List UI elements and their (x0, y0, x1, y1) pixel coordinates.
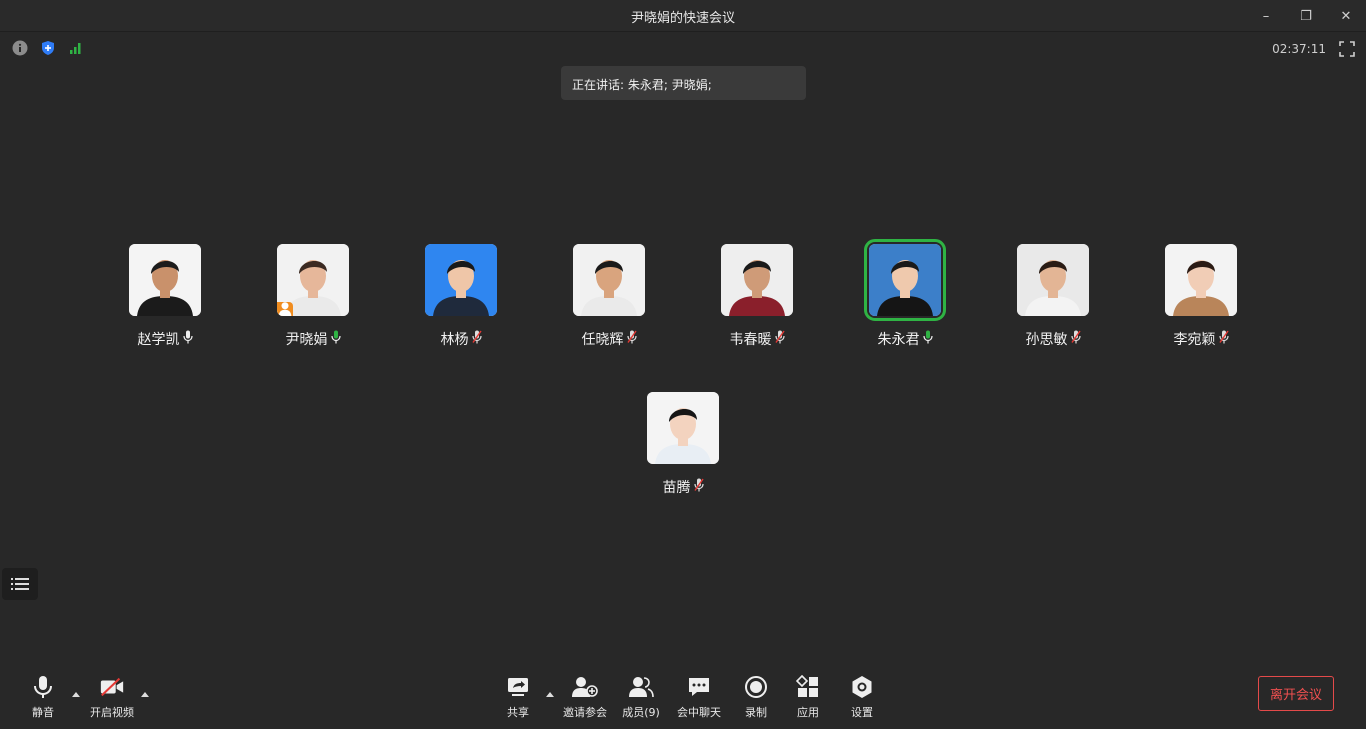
members-label: 成员(9) (622, 706, 660, 719)
participant-avatar (864, 239, 946, 321)
add-user-icon (572, 674, 598, 700)
close-button[interactable]: ✕ (1335, 6, 1357, 26)
participant-name-row: 尹晓娟 (253, 329, 373, 349)
shield-icon[interactable] (40, 40, 56, 56)
audio-options-caret[interactable] (71, 690, 81, 698)
mute-button[interactable]: 静音 (12, 674, 74, 722)
apps-label: 应用 (797, 706, 819, 719)
participant-avatar (277, 244, 349, 316)
participant-name: 孙思敏 (1025, 332, 1068, 348)
participant-name: 韦春暖 (729, 332, 772, 348)
status-icons (12, 40, 84, 56)
mute-label: 静音 (32, 706, 54, 719)
participant-tile[interactable]: 苗腾 (623, 392, 743, 502)
participant-tile[interactable]: 孙思敏 (993, 244, 1113, 354)
fullscreen-icon[interactable] (1338, 40, 1356, 58)
participant-name: 苗腾 (662, 480, 691, 496)
title-bar: 尹晓娟的快速会议 – ❐ ✕ (0, 0, 1366, 32)
participant-name: 尹晓娟 (285, 332, 328, 348)
video-off-icon (99, 674, 125, 700)
settings-button[interactable]: 设置 (831, 674, 893, 722)
signal-icon[interactable] (68, 40, 84, 56)
participant-tile[interactable]: 林杨 (401, 244, 521, 354)
participant-name-row: 任晓辉 (549, 329, 669, 349)
microphone-muted-icon (471, 330, 482, 348)
leave-meeting-button[interactable]: 离开会议 (1258, 676, 1334, 711)
microphone-muted-icon (626, 330, 637, 348)
speaking-text: 正在讲话: 朱永君; 尹晓娟; (572, 78, 712, 92)
speaking-indicator: 正在讲话: 朱永君; 尹晓娟; (561, 66, 806, 100)
participant-name: 林杨 (440, 332, 469, 348)
gear-icon (849, 674, 875, 700)
participant-avatar (1165, 244, 1237, 316)
participant-name-row: 李宛颖 (1141, 329, 1261, 349)
participant-name: 任晓辉 (581, 332, 624, 348)
participant-name-row: 孙思敏 (993, 329, 1113, 349)
participant-name: 李宛颖 (1173, 332, 1216, 348)
participant-tile[interactable]: 韦春暖 (697, 244, 817, 354)
microphone-icon (30, 674, 56, 700)
meeting-timer: 02:37:11 (1272, 42, 1326, 56)
microphone-muted-icon (693, 478, 704, 496)
share-screen-icon (505, 674, 531, 700)
participant-tile[interactable]: 李宛颖 (1141, 244, 1261, 354)
participant-tile[interactable]: 尹晓娟 (253, 244, 373, 354)
apps-button[interactable]: 应用 (777, 674, 839, 722)
participant-avatar (647, 392, 719, 464)
microphone-icon (330, 330, 341, 348)
microphone-muted-icon (774, 330, 785, 348)
participant-tile[interactable]: 赵学凯 (105, 244, 225, 354)
window-title: 尹晓娟的快速会议 (630, 11, 735, 26)
participant-name-row: 韦春暖 (697, 329, 817, 349)
host-icon (277, 302, 293, 316)
participant-avatar (425, 244, 497, 316)
invite-label: 邀请参会 (563, 706, 607, 719)
chat-button[interactable]: 会中聊天 (668, 674, 730, 722)
list-view-toggle[interactable] (2, 568, 38, 600)
microphone-muted-icon (1070, 330, 1081, 348)
restore-button[interactable]: ❐ (1295, 6, 1317, 26)
participant-name-row: 赵学凯 (105, 329, 225, 349)
microphone-icon (922, 330, 933, 348)
chat-label: 会中聊天 (677, 706, 721, 719)
participant-avatar (721, 244, 793, 316)
video-options-caret[interactable] (140, 690, 150, 698)
info-icon[interactable] (12, 40, 28, 56)
start-video-label: 开启视频 (90, 706, 134, 719)
invite-button[interactable]: 邀请参会 (554, 674, 616, 722)
participant-avatar (129, 244, 201, 316)
record-label: 录制 (745, 706, 767, 719)
participant-name: 赵学凯 (137, 332, 180, 348)
start-video-button[interactable]: 开启视频 (81, 674, 143, 722)
record-icon (743, 674, 769, 700)
participant-tile[interactable]: 任晓辉 (549, 244, 669, 354)
participant-name-row: 林杨 (401, 329, 521, 349)
members-icon (628, 674, 654, 700)
participant-name: 朱永君 (877, 332, 920, 348)
apps-icon (795, 674, 821, 700)
meeting-toolbar: 静音 开启视频 共享 邀请参会 成员(9) 会中聊天 录制 应用 设置 离开会议 (0, 664, 1366, 729)
list-icon (11, 578, 29, 590)
chat-icon (686, 674, 712, 700)
share-button[interactable]: 共享 (487, 674, 549, 722)
share-label: 共享 (507, 706, 529, 719)
microphone-muted-icon (1218, 330, 1229, 348)
settings-label: 设置 (851, 706, 873, 719)
participant-tile[interactable]: 朱永君 (845, 239, 965, 354)
microphone-icon (182, 330, 193, 348)
participant-name-row: 朱永君 (845, 329, 965, 349)
participant-avatar (1017, 244, 1089, 316)
participant-name-row: 苗腾 (623, 477, 743, 497)
participant-avatar (573, 244, 645, 316)
members-button[interactable]: 成员(9) (610, 674, 672, 722)
minimize-button[interactable]: – (1255, 6, 1277, 26)
